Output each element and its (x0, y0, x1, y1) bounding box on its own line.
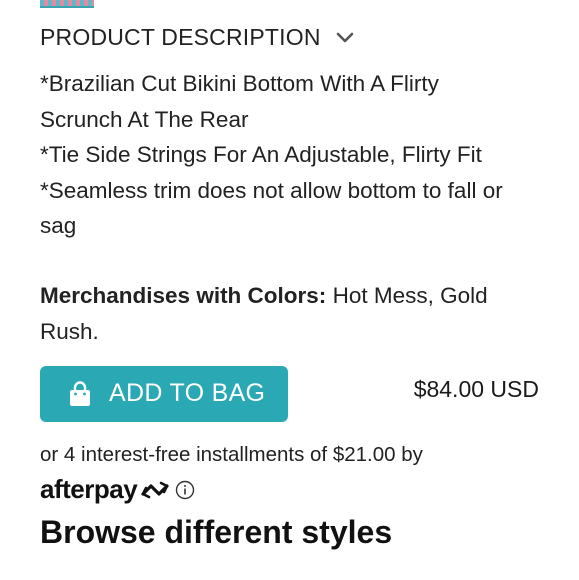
colors-label: Merchandises with Colors: (40, 283, 327, 308)
product-price: $84.00 USD (413, 376, 539, 402)
afterpay-logo: afterpay (40, 474, 138, 504)
add-to-bag-button[interactable]: ADD TO BAG (40, 366, 288, 422)
chevron-down-icon (336, 32, 353, 42)
info-icon[interactable] (175, 480, 195, 500)
afterpay-installments-text: or 4 interest-free installments of $21.0… (40, 443, 423, 466)
colors-info: Merchandises with Colors: Hot Mess, Gold… (40, 278, 540, 349)
browse-styles-heading: Browse different styles (40, 514, 393, 550)
afterpay-row: afterpay (40, 474, 195, 505)
colors-value: Hot Mess, Gold (326, 283, 488, 308)
product-description-text: *Brazilian Cut Bikini Bottom With A Flir… (40, 66, 540, 244)
afterpay-arrows-icon (141, 481, 169, 498)
product-description-toggle[interactable]: PRODUCT DESCRIPTION (40, 24, 355, 51)
description-line: *Brazilian Cut Bikini Bottom With A Flir… (40, 71, 439, 96)
shopping-bag-icon (70, 381, 90, 406)
description-line: *Seamless trim does not allow bottom to … (40, 177, 503, 203)
colors-value-continued: Rush. (40, 318, 99, 344)
add-to-bag-label: ADD TO BAG (109, 379, 266, 407)
color-swatch-image[interactable] (40, 0, 94, 8)
description-line: Scrunch At The Rear (40, 106, 249, 132)
product-description-heading: PRODUCT DESCRIPTION (40, 24, 321, 50)
description-line: *Tie Side Strings For An Adjustable, Fli… (40, 142, 482, 167)
description-line: sag (40, 213, 77, 238)
product-page: PRODUCT DESCRIPTION *Brazilian Cut Bikin… (0, 0, 579, 580)
